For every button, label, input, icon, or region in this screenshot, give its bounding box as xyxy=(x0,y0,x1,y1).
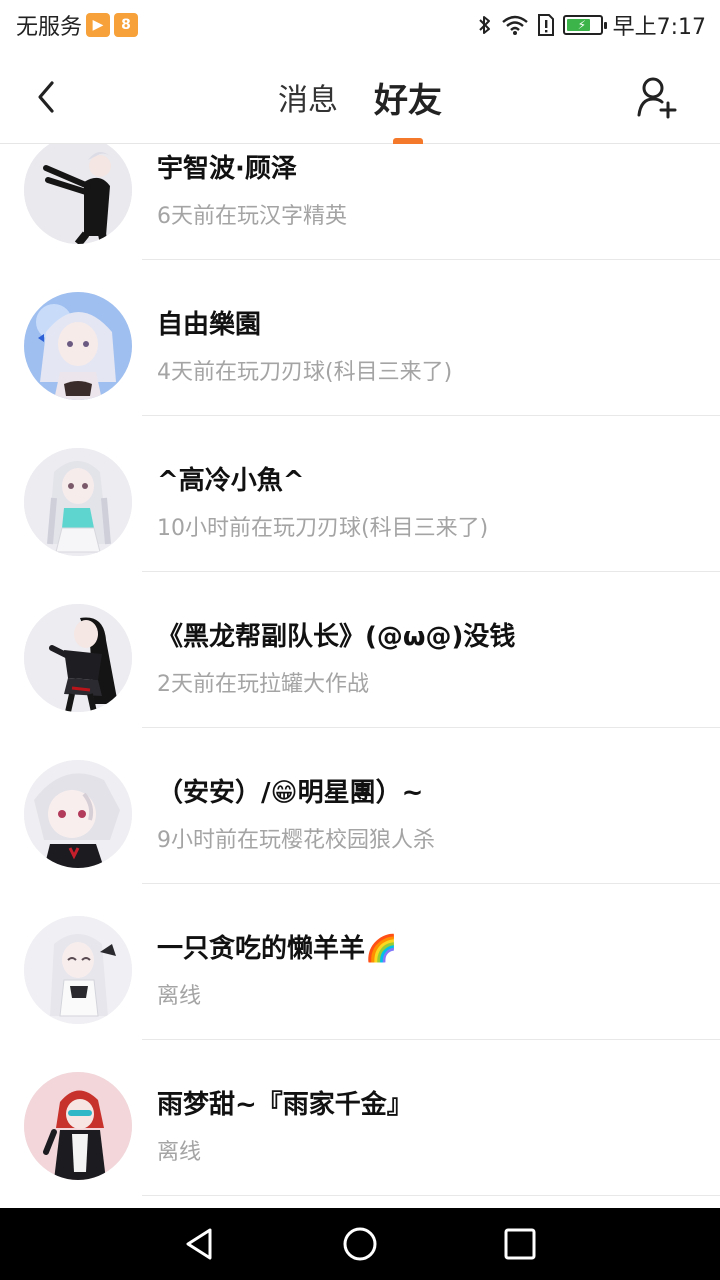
avatar[interactable] xyxy=(24,916,132,1024)
avatar[interactable] xyxy=(24,604,132,712)
header: 消息 好友 xyxy=(0,50,720,144)
status-left: 无服务 ▶ 8 xyxy=(16,10,139,40)
avatar[interactable] xyxy=(24,292,132,400)
friend-name: 雨梦甜~『雨家千金』 xyxy=(157,1090,413,1120)
friend-status: 离线 xyxy=(157,984,202,1009)
friend-status: 2天前在玩拉罐大作战 xyxy=(157,672,369,697)
bluetooth-icon xyxy=(478,16,490,34)
add-friend-button[interactable] xyxy=(632,70,682,124)
friend-name: （安安）/😁明星團）~ xyxy=(157,778,424,808)
friend-name: 宇智波·顾泽 xyxy=(157,154,297,184)
friend-name: 自由樂園 xyxy=(157,310,262,340)
friend-name: 一只贪吃的懒羊羊🌈 xyxy=(157,934,398,964)
friend-list[interactable]: 宇智波·顾泽 6天前在玩汉字精英 自由樂園 4天前在玩刀刃球(科目三来了) ^高… xyxy=(0,144,720,1208)
friend-item[interactable]: （安安）/😁明星團）~ 9小时前在玩樱花校园狼人杀 xyxy=(0,728,720,884)
play-app-icon: ▶ xyxy=(86,13,111,37)
nav-recent-icon xyxy=(504,1228,536,1260)
nav-back-button[interactable] xyxy=(178,1222,222,1266)
friend-name: 《黑龙帮副队长》(@ω@)没钱 xyxy=(157,622,516,652)
friend-list-content: 宇智波·顾泽 6天前在玩汉字精英 自由樂園 4天前在玩刀刃球(科目三来了) ^高… xyxy=(0,144,720,1196)
wifi-icon xyxy=(501,15,528,35)
tab-friends-label: 好友 xyxy=(374,80,442,121)
nav-back-icon xyxy=(186,1228,212,1260)
friend-status: 4天前在玩刀刃球(科目三来了) xyxy=(157,360,453,385)
avatar[interactable] xyxy=(24,1072,132,1180)
sim-alert-icon xyxy=(537,14,554,36)
tab-messages-label: 消息 xyxy=(278,83,338,118)
friend-status: 6天前在玩汉字精英 xyxy=(157,204,347,229)
friend-item[interactable]: 一只贪吃的懒羊羊🌈 离线 xyxy=(0,884,720,1040)
system-nav-bar xyxy=(0,1208,720,1280)
friend-item[interactable]: 雨梦甜~『雨家千金』 离线 xyxy=(0,1040,720,1196)
status-right: ⚡ 早上7:17 xyxy=(477,10,706,40)
avatar[interactable] xyxy=(24,448,132,556)
friend-item[interactable]: 《黑龙帮副队长》(@ω@)没钱 2天前在玩拉罐大作战 xyxy=(0,572,720,728)
charging-icon: ⚡ xyxy=(577,18,587,32)
add-friend-icon xyxy=(637,77,677,119)
tab-messages[interactable]: 消息 xyxy=(278,50,338,144)
friend-item[interactable]: 宇智波·顾泽 6天前在玩汉字精英 xyxy=(0,144,720,260)
friend-name: ^高冷小魚^ xyxy=(157,466,305,496)
nav-home-button[interactable] xyxy=(338,1222,382,1266)
status-bar: 无服务 ▶ 8 ⚡ 早上7:17 xyxy=(0,0,720,50)
avatar[interactable] xyxy=(24,144,132,244)
nav-recent-button[interactable] xyxy=(498,1222,542,1266)
battery-icon: ⚡ xyxy=(562,15,607,35)
nav-home-icon xyxy=(343,1227,377,1261)
friend-status: 10小时前在玩刀刃球(科目三来了) xyxy=(157,516,489,541)
tab-bar: 消息 好友 xyxy=(0,50,720,144)
friend-item[interactable]: 自由樂園 4天前在玩刀刃球(科目三来了) xyxy=(0,260,720,416)
friend-item[interactable]: ^高冷小魚^ 10小时前在玩刀刃球(科目三来了) xyxy=(0,416,720,572)
tab-friends[interactable]: 好友 xyxy=(374,50,442,144)
divider xyxy=(142,1195,720,1196)
friend-status: 离线 xyxy=(157,1140,202,1165)
friend-status: 9小时前在玩樱花校园狼人杀 xyxy=(157,828,435,853)
carrier-label: 无服务 xyxy=(16,15,83,40)
screen: 无服务 ▶ 8 ⚡ 早上7:17 消息 好友 宇智波·顾泽 6天前在玩汉字精英 … xyxy=(0,0,720,1280)
clock: 早上7:17 xyxy=(612,15,706,40)
b-app-icon: 8 xyxy=(114,13,139,37)
avatar[interactable] xyxy=(24,760,132,868)
